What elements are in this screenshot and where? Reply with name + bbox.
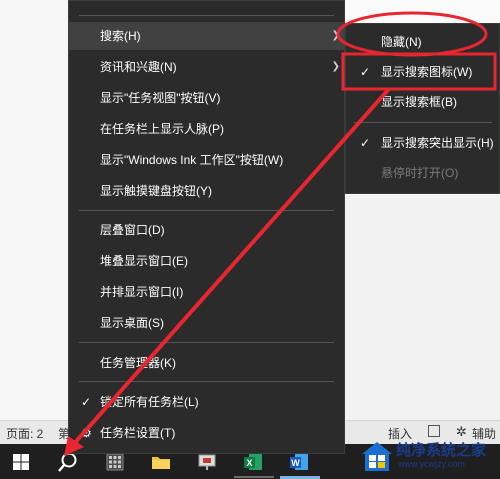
menu-item-label: 显示触摸键盘按钮(Y): [100, 184, 212, 198]
menu-item-taskbar-settings[interactable]: ⚙ 任务栏设置(T): [69, 419, 344, 447]
menu-item-label: 在任务栏上显示人脉(P): [100, 122, 224, 136]
checkmark-icon: ✓: [360, 136, 371, 150]
checkmark-icon: ✓: [360, 65, 371, 79]
menu-item-task-manager[interactable]: 任务管理器(K): [69, 349, 344, 377]
menu-item-label: 任务栏设置(T): [100, 426, 176, 440]
menu-item-label: 显示桌面(S): [100, 316, 164, 330]
menu-item-label: 堆叠显示窗口(E): [100, 254, 188, 268]
menu-item-label: 层叠窗口(D): [100, 223, 165, 237]
chevron-right-icon: ❯: [331, 61, 340, 72]
submenu-item-show-search-box[interactable]: 显示搜索框(B): [346, 88, 499, 116]
menu-item-cascade[interactable]: 层叠窗口(D): [69, 216, 344, 244]
excel-icon: X: [244, 453, 262, 470]
menu-item-cut-off: [69, 0, 344, 1]
menu-item-windows-ink[interactable]: 显示"Windows Ink 工作区"按钮(W): [69, 146, 344, 174]
submenu-separator: [354, 122, 492, 123]
menu-item-people[interactable]: 在任务栏上显示人脉(P): [69, 115, 344, 143]
menu-item-touch-keyboard[interactable]: 显示触摸键盘按钮(Y): [69, 177, 344, 205]
search-submenu: 隐藏(N) ✓ 显示搜索图标(W) 显示搜索框(B) ✓ 显示搜索突出显示(H)…: [345, 23, 500, 194]
document-left-margin: [0, 0, 68, 420]
menu-item-label: 显示"任务视图"按钮(V): [100, 91, 221, 105]
document-right-area: [345, 195, 500, 420]
menu-item-label: 资讯和兴趣(N): [100, 60, 177, 74]
chevron-right-icon: ❯: [331, 30, 340, 41]
menu-item-label: 搜索(H): [100, 29, 141, 43]
settings-gear-icon: ⚙: [81, 426, 92, 440]
taskbar-context-menu: 搜索(H) ❯ 资讯和兴趣(N) ❯ 显示"任务视图"按钮(V) 在任务栏上显示…: [68, 0, 345, 454]
submenu-item-search-highlights[interactable]: ✓ 显示搜索突出显示(H): [346, 129, 499, 157]
menu-item-search[interactable]: 搜索(H) ❯: [69, 22, 344, 50]
house-logo-icon: [362, 442, 392, 471]
watermark-name: 纯净系统之家: [396, 442, 487, 459]
menu-separator: [79, 210, 334, 211]
menu-item-news-interests[interactable]: 资讯和兴趣(N) ❯: [69, 53, 344, 81]
menu-item-label: 任务管理器(K): [100, 356, 176, 370]
submenu-item-show-search-icon[interactable]: ✓ 显示搜索图标(W): [346, 58, 499, 86]
watermark-url: www.ycwjzy.com: [398, 459, 465, 469]
menu-item-label: 并排显示窗口(I): [100, 285, 184, 299]
menu-separator: [79, 15, 334, 16]
watermark-logo: 纯净系统之家 www.ycwjzy.com: [360, 436, 500, 479]
presentation-app-icon: [198, 454, 216, 470]
menu-item-stacked[interactable]: 堆叠显示窗口(E): [69, 247, 344, 275]
start-button[interactable]: [0, 444, 42, 479]
page-indicator[interactable]: 页面: 2: [6, 425, 43, 442]
svg-text:X: X: [246, 458, 252, 468]
submenu-item-label: 显示搜索突出显示(H): [381, 136, 494, 150]
windows-start-icon: [13, 453, 29, 470]
menu-item-label: 显示"Windows Ink 工作区"按钮(W): [100, 153, 284, 167]
word-icon: W: [290, 453, 308, 470]
submenu-item-hidden[interactable]: 隐藏(N): [346, 28, 499, 56]
menu-item-side-by-side[interactable]: 并排显示窗口(I): [69, 278, 344, 306]
checkmark-icon: ✓: [81, 395, 92, 409]
submenu-item-label: 显示搜索框(B): [381, 95, 457, 109]
menu-separator: [79, 381, 334, 382]
svg-text:W: W: [291, 458, 300, 468]
menu-item-lock-taskbar[interactable]: ✓ 锁定所有任务栏(L): [69, 388, 344, 416]
file-explorer-icon: [152, 456, 170, 469]
menu-item-show-desktop[interactable]: 显示桌面(S): [69, 309, 344, 337]
calculator-icon: [106, 453, 124, 470]
menu-separator: [79, 342, 334, 343]
menu-item-label: 锁定所有任务栏(L): [100, 395, 199, 409]
submenu-item-label: 隐藏(N): [381, 35, 422, 49]
submenu-item-label: 悬停时打开(O): [381, 166, 459, 180]
submenu-item-label: 显示搜索图标(W): [381, 65, 473, 79]
menu-item-task-view[interactable]: 显示"任务视图"按钮(V): [69, 84, 344, 112]
running-app-indicator: [234, 476, 274, 478]
submenu-item-open-on-hover: 悬停时打开(O): [346, 159, 499, 187]
